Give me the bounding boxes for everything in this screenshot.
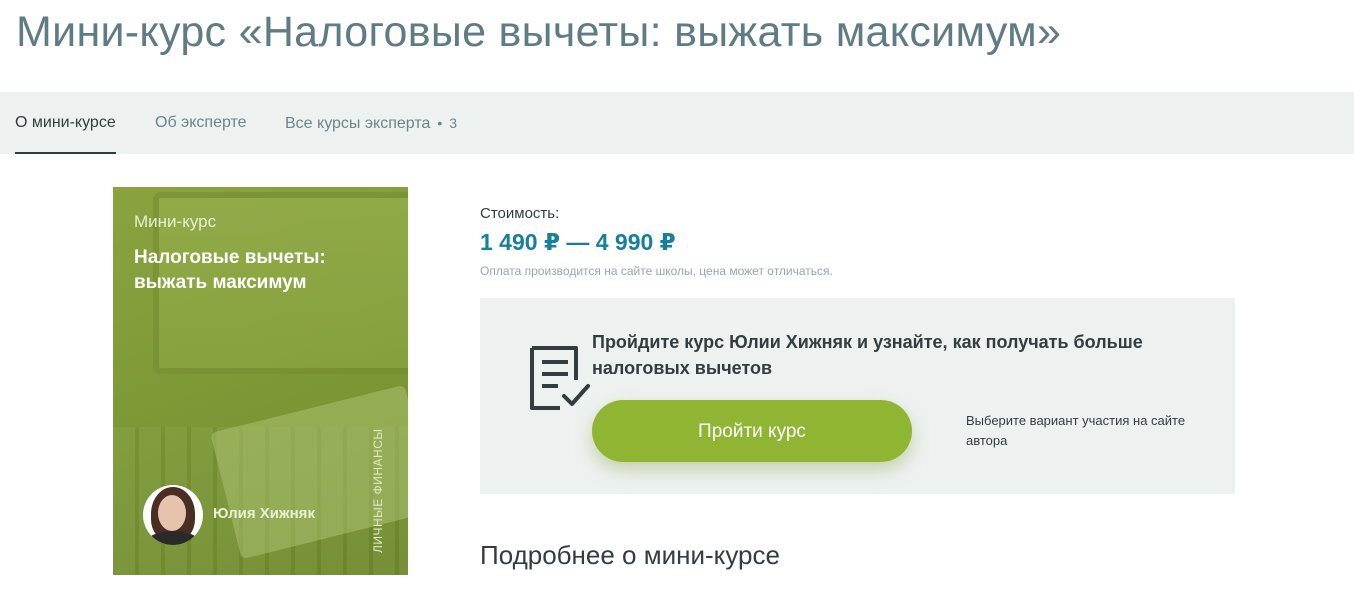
course-cover-image: Мини-курс Налоговые вычеты: выжать макси… [113, 187, 408, 575]
tab-about-course[interactable]: О мини-курсе [15, 92, 116, 154]
promo-text: Пройдите курс Юлии Хижняк и узнайте, как… [592, 332, 1143, 378]
tab-all-courses-label: Все курсы эксперта [285, 115, 431, 132]
details-heading: Подробнее о мини-курсе [480, 540, 780, 570]
promo-panel: Пройдите курс Юлии Хижняк и узнайте, как… [480, 298, 1235, 494]
cover-category: ЛИЧНЫЕ ФИНАНСЫ [371, 428, 385, 554]
take-course-button[interactable]: Пройти курс [592, 400, 912, 462]
tab-about-expert[interactable]: Об эксперте [155, 92, 247, 154]
cover-subtitle: Мини-курс [134, 212, 217, 231]
tab-separator-dot: • [437, 115, 443, 131]
document-check-icon [530, 346, 590, 410]
author-avatar [143, 485, 203, 545]
page-title: Мини-курс «Налоговые вычеты: выжать макс… [16, 8, 1062, 56]
participation-note: Выберите вариант участия на сайте автора [966, 413, 1186, 448]
cover-heading: Налоговые вычеты: выжать максимум [134, 247, 326, 293]
price-label: Стоимость: [480, 205, 560, 222]
price-range: 1 490 ₽ — 4 990 ₽ [480, 229, 676, 255]
tab-all-courses[interactable]: Все курсы эксперта • 3 [285, 92, 457, 154]
price-note: Оплата производится на сайте школы, цена… [480, 264, 833, 278]
cover-author-name: Юлия Хижняк [213, 505, 315, 522]
tab-all-courses-count: 3 [449, 115, 458, 131]
tab-bar: О мини-курсе Об эксперте Все курсы экспе… [0, 92, 1354, 154]
